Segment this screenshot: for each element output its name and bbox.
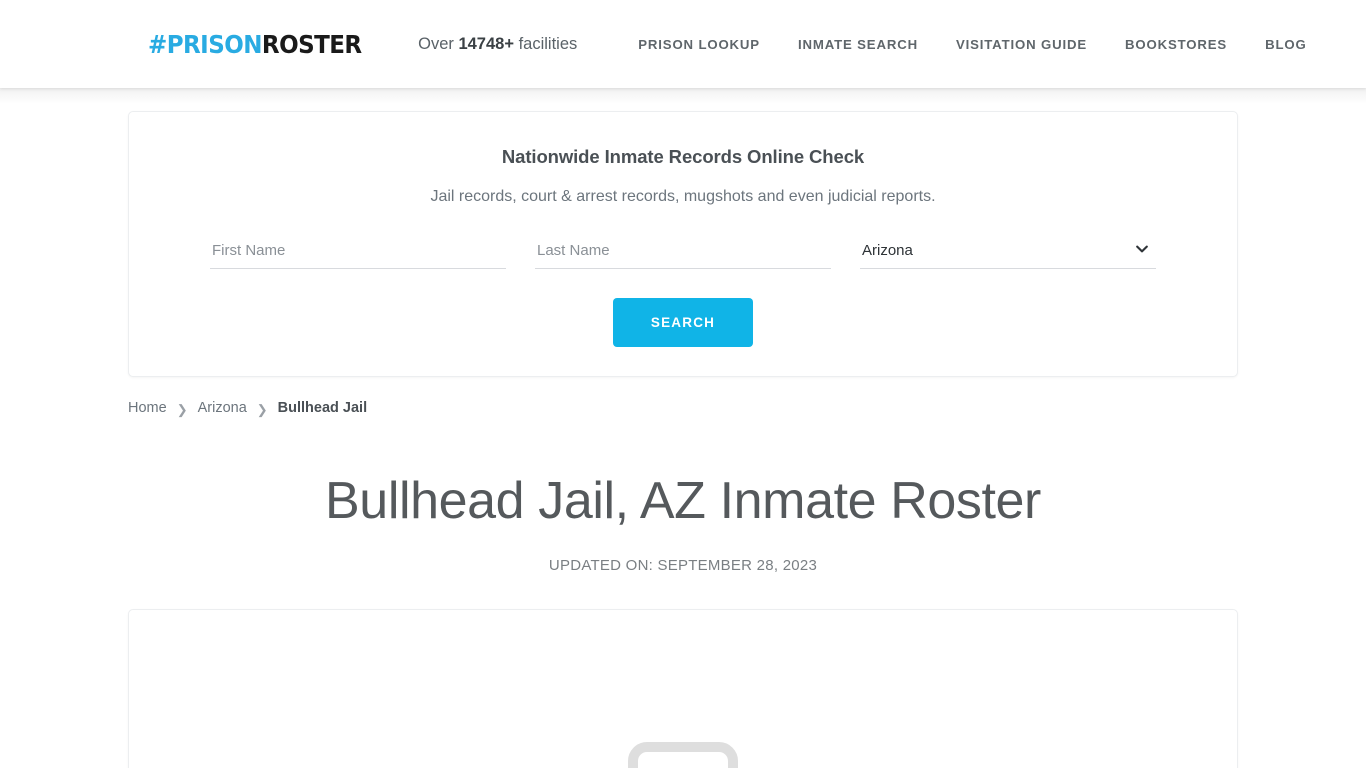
breadcrumb-item-home[interactable]: Home (128, 400, 167, 416)
search-panel-title: Nationwide Inmate Records Online Check (501, 146, 865, 167)
inmate-search-panel: Nationwide Inmate Records Online Check J… (128, 111, 1238, 377)
page-container: Nationwide Inmate Records Online Check J… (0, 111, 1366, 768)
facilities-count: Over 14748+ facilities (418, 35, 577, 54)
first-name-input[interactable] (210, 238, 506, 269)
search-submit-button[interactable]: SEARCH (613, 298, 753, 347)
header-shadow-divider (0, 88, 1366, 104)
nav-bookstores[interactable]: BOOKSTORES (1106, 37, 1246, 52)
breadcrumb-separator-icon: ❯ (176, 401, 188, 417)
image-placeholder-icon (628, 742, 738, 768)
breadcrumb-item-current: Bullhead Jail (277, 400, 368, 416)
site-logo[interactable]: #PRISONROSTER (148, 32, 362, 57)
updated-on-text: UPDATED ON: SEPTEMBER 28, 2023 (548, 557, 818, 575)
facilities-prefix: Over (418, 34, 459, 53)
page-title-block: Bullhead Jail, AZ Inmate Roster UPDATED … (128, 472, 1238, 574)
nav-prison-lookup[interactable]: PRISON LOOKUP (619, 37, 779, 52)
last-name-field (535, 238, 831, 269)
state-field: Arizona (860, 238, 1156, 269)
site-header: #PRISONROSTER Over 14748+ facilities PRI… (0, 0, 1366, 88)
last-name-input[interactable] (535, 238, 831, 269)
search-fields-row: Arizona (155, 238, 1211, 269)
search-panel-subtitle: Jail records, court & arrest records, mu… (430, 188, 936, 205)
nav-inmate-search[interactable]: INMATE SEARCH (779, 37, 937, 52)
nav-visitation-guide[interactable]: VISITATION GUIDE (937, 37, 1106, 52)
page-title: Bullhead Jail, AZ Inmate Roster (325, 472, 1041, 530)
logo-accent-text: #PRISON (148, 29, 262, 59)
roster-content-card (128, 609, 1238, 768)
state-select[interactable]: Arizona (860, 238, 1156, 269)
breadcrumb-separator-icon: ❯ (256, 401, 268, 417)
facilities-suffix: facilities (513, 34, 578, 53)
facilities-number: 14748+ (458, 34, 514, 53)
search-button-row: SEARCH (155, 298, 1211, 347)
nav-blog[interactable]: BLOG (1246, 37, 1326, 52)
breadcrumb-item-arizona[interactable]: Arizona (198, 400, 247, 416)
logo-dark-text: ROSTER (261, 29, 362, 59)
main-navigation: PRISON LOOKUP INMATE SEARCH VISITATION G… (619, 37, 1325, 52)
first-name-field (210, 238, 506, 269)
breadcrumb: Home ❯ Arizona ❯ Bullhead Jail (128, 400, 1238, 416)
